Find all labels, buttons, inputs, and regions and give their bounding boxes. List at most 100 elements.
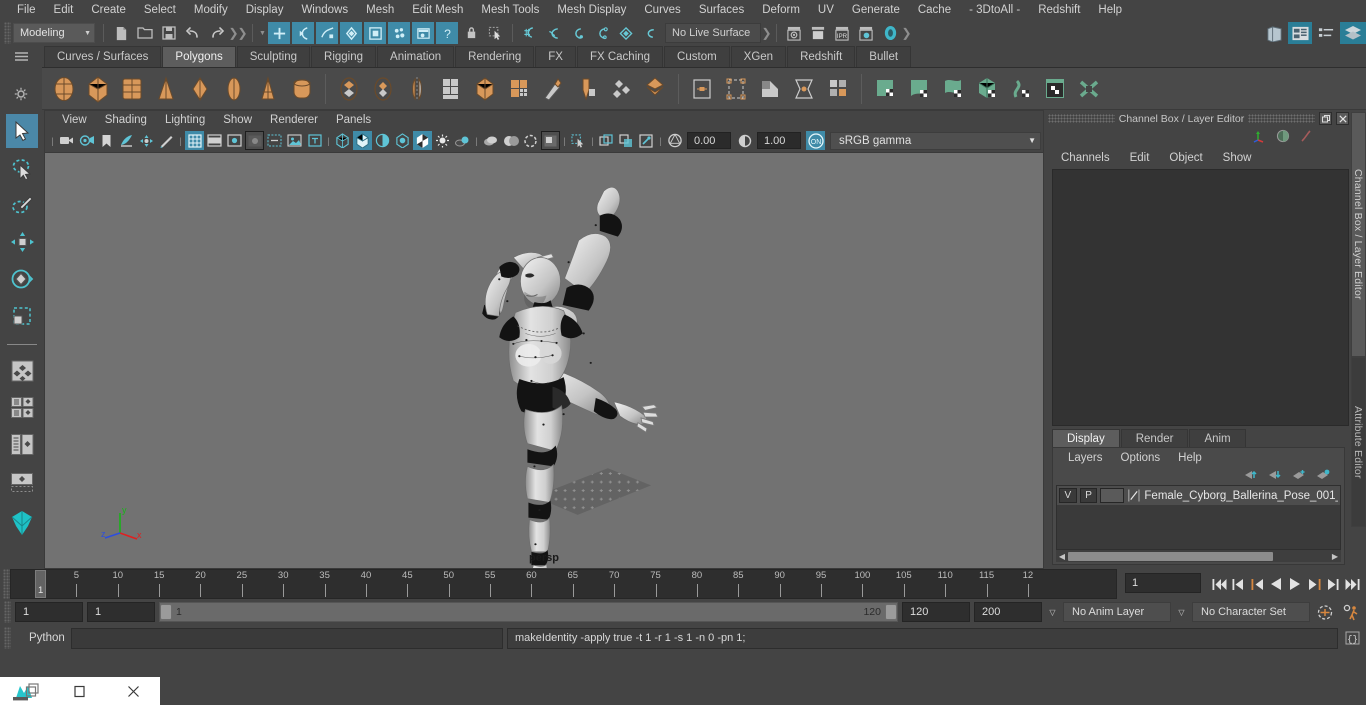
scale-tool-button[interactable]: [6, 299, 38, 333]
shelf-poly-disc-icon[interactable]: [252, 72, 284, 106]
create-layer-from-selected-icon[interactable]: [1316, 469, 1330, 483]
shelf-menu-icon[interactable]: [14, 51, 29, 65]
shelf-uv-editor-icon[interactable]: [869, 72, 901, 106]
create-new-layer-icon[interactable]: [1292, 469, 1306, 483]
exposure-field[interactable]: 0.00: [687, 132, 731, 149]
image-plane-icon[interactable]: [117, 131, 136, 150]
scroll-left-arrow[interactable]: ◀: [1056, 552, 1068, 561]
step-back-frame-button[interactable]: [1249, 573, 1265, 595]
snap-to-curve-icon[interactable]: [543, 22, 565, 44]
current-frame-field[interactable]: 1: [1125, 573, 1201, 593]
hypershade-icon[interactable]: [879, 22, 901, 44]
panel-close-button[interactable]: [1336, 112, 1349, 125]
smooth-shading-icon[interactable]: [353, 131, 372, 150]
snap-to-projected-center-icon[interactable]: [591, 22, 613, 44]
color-management-selector[interactable]: sRGB gamma ▼: [830, 131, 1041, 150]
toggle-attribute-editor-icon[interactable]: [1288, 22, 1312, 44]
undo-icon[interactable]: [182, 22, 204, 44]
auto-keyframe-toggle-icon[interactable]: [1314, 601, 1336, 623]
statusbar-grip[interactable]: [4, 22, 11, 44]
shelf-booleans-icon[interactable]: [333, 72, 365, 106]
snap-to-view-plane-icon[interactable]: [615, 22, 637, 44]
shelf-uv-cylindrical-icon[interactable]: [937, 72, 969, 106]
menu-mesh-display[interactable]: Mesh Display: [548, 0, 635, 20]
single-pane-layout-button[interactable]: [6, 354, 38, 388]
shelf-quad-draw-icon[interactable]: [686, 72, 718, 106]
viewport-menu-lighting[interactable]: Lighting: [156, 114, 214, 126]
color-management-toggle-icon[interactable]: ON: [806, 131, 825, 150]
layer-row[interactable]: V P Female_Cyborg_Ballerina_Pose_001_l..…: [1057, 486, 1340, 505]
toggle-resolution-gate-icon[interactable]: [225, 131, 244, 150]
redo-icon[interactable]: [206, 22, 228, 44]
rangeslider-grip[interactable]: [4, 601, 11, 623]
layer-menu-layers[interactable]: Layers: [1059, 452, 1112, 464]
shelf-transfer-icon[interactable]: [788, 72, 820, 106]
channel-box-list[interactable]: [1052, 169, 1349, 426]
shelf-uv-automatic-icon[interactable]: [971, 72, 1003, 106]
toolbar-collapse-arrow[interactable]: ❯: [228, 24, 238, 42]
menu-modify[interactable]: Modify: [185, 0, 237, 20]
four-pane-layout-button[interactable]: [6, 391, 38, 425]
menu-3dtoall[interactable]: - 3DtoAll -: [960, 0, 1029, 20]
menu-mesh[interactable]: Mesh: [357, 0, 403, 20]
persp-layout-button[interactable]: [6, 465, 38, 499]
layer-menu-options[interactable]: Options: [1112, 452, 1170, 464]
text-hud-icon[interactable]: [305, 131, 324, 150]
panel-grip-right[interactable]: [1248, 114, 1315, 123]
menu-uv[interactable]: UV: [809, 0, 843, 20]
menu-display[interactable]: Display: [237, 0, 293, 20]
textured-icon[interactable]: [393, 131, 412, 150]
shelf-uv-unfold-icon[interactable]: [1005, 72, 1037, 106]
snap-collapse-arrow[interactable]: ❯: [761, 24, 771, 42]
rotate-tool-button[interactable]: [6, 262, 38, 296]
ambient-occlusion-icon[interactable]: [501, 131, 520, 150]
select-by-object-type-icon[interactable]: [292, 22, 314, 44]
toggle-grid-icon[interactable]: [185, 131, 204, 150]
isolate-select-icon[interactable]: [569, 131, 588, 150]
shelf-tab-animation[interactable]: Animation: [377, 46, 455, 67]
shelf-tab-custom[interactable]: Custom: [664, 46, 730, 67]
shelf-uv-icon[interactable]: [822, 72, 854, 106]
close-button[interactable]: [107, 677, 160, 705]
shelf-crease-icon[interactable]: [754, 72, 786, 106]
menu-edit-mesh[interactable]: Edit Mesh: [403, 0, 472, 20]
menu-surfaces[interactable]: Surfaces: [690, 0, 753, 20]
snap-to-point-icon[interactable]: [567, 22, 589, 44]
bookmark-layout-button[interactable]: [6, 506, 38, 540]
grease-pencil-icon[interactable]: [157, 131, 176, 150]
minimize-button[interactable]: [53, 677, 106, 705]
layer-tab-anim[interactable]: Anim: [1189, 429, 1246, 447]
anim-start-field[interactable]: 1: [87, 602, 155, 622]
select-tool-status-icon[interactable]: [484, 22, 506, 44]
shelf-uv-layout-icon[interactable]: [1039, 72, 1071, 106]
viewport-menu-view[interactable]: View: [53, 114, 96, 126]
transform-axis-icon[interactable]: [1252, 129, 1267, 146]
exposure-icon[interactable]: [285, 131, 304, 150]
side-tab-channel-box[interactable]: Channel Box / Layer Editor: [1351, 112, 1366, 357]
scroll-thumb[interactable]: [1068, 551, 1273, 561]
menu-help[interactable]: Help: [1089, 0, 1131, 20]
shelf-tab-sculpting[interactable]: Sculpting: [236, 46, 311, 67]
render-current-frame-icon[interactable]: [783, 22, 805, 44]
select-film-icon[interactable]: [412, 22, 434, 44]
shadows-icon[interactable]: [453, 131, 472, 150]
shelf-uv-snapshot-icon[interactable]: [1073, 72, 1105, 106]
menu-generate[interactable]: Generate: [843, 0, 909, 20]
toggle-gate-mask-icon[interactable]: [245, 131, 264, 150]
select-particles-icon[interactable]: [388, 22, 410, 44]
menu-deform[interactable]: Deform: [753, 0, 809, 20]
command-input-field[interactable]: [71, 627, 503, 649]
motion-blur-icon[interactable]: [481, 131, 500, 150]
toggle-model-panel-icon[interactable]: [1262, 22, 1286, 44]
select-camera-icon[interactable]: [57, 131, 76, 150]
select-misc-icon[interactable]: ?: [436, 22, 458, 44]
shelf-poly-sphere-icon[interactable]: [48, 72, 80, 106]
viewport-menu-shading[interactable]: Shading: [96, 114, 156, 126]
shelf-tab-redshift[interactable]: Redshift: [787, 46, 856, 67]
menu-select[interactable]: Select: [135, 0, 185, 20]
shelf-tab-xgen[interactable]: XGen: [730, 46, 787, 67]
lock-icon[interactable]: [460, 22, 482, 44]
gamma-field[interactable]: 1.00: [757, 132, 801, 149]
paint-select-tool-button[interactable]: [6, 188, 38, 222]
persp-viewport[interactable]: y x z persp: [44, 152, 1044, 569]
